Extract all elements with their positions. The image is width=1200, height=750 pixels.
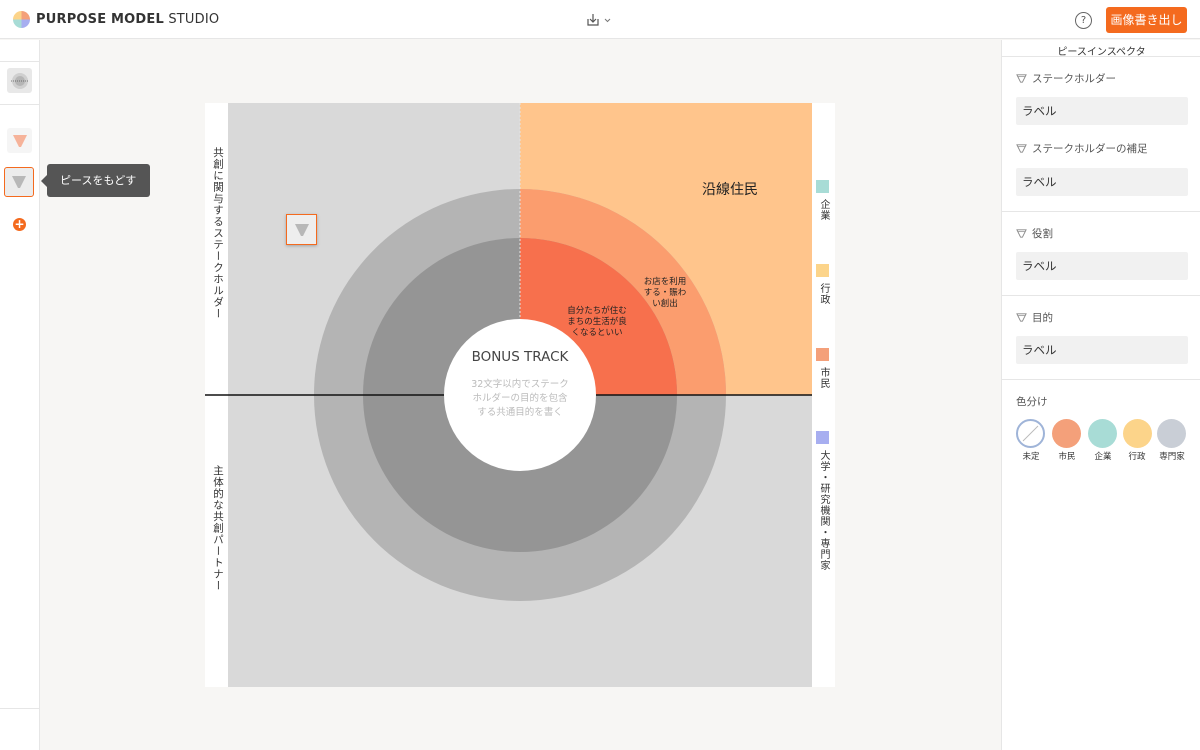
piece-funnel-colored-icon (12, 134, 27, 147)
field-label-stakeholder-note: ステークホルダーの補足 (1016, 141, 1148, 156)
center-placeholder: 32文字以内でステーク ホルダーの目的を包含 する共通目的を書く (444, 378, 596, 420)
piece-text-line: する・賑わ (643, 288, 687, 298)
legend-swatch (816, 348, 829, 361)
stakeholder-piece[interactable] (286, 214, 317, 245)
funnel-icon (1016, 229, 1027, 238)
add-piece-button[interactable]: + (13, 218, 26, 231)
download-menu-button[interactable] (586, 12, 612, 31)
funnel-icon (1016, 74, 1027, 83)
legend-item-government: 行政 (816, 264, 830, 305)
inspector-divider (1002, 295, 1200, 296)
legend-swatch (816, 264, 829, 277)
piece-text-line: 自分たちが住む (567, 306, 627, 316)
left-toolbar: + (0, 40, 40, 750)
swatch-expert[interactable] (1157, 419, 1186, 448)
legend-item-company: 企業 (816, 180, 830, 221)
color-section-label: 色分け (1016, 396, 1048, 408)
field-label-purpose: 目的 (1016, 310, 1053, 325)
legend-label: 企業 (818, 199, 829, 221)
piece-funnel-gray-icon (12, 176, 26, 188)
model-canvas[interactable]: 共創に関与するステークホルダー 主体的な共創パートナー BONUS TRACK … (205, 103, 835, 687)
swatch-company[interactable] (1088, 419, 1117, 448)
purpose-input[interactable]: ラベル (1016, 336, 1188, 364)
inspector-divider (1002, 379, 1200, 380)
legend-label: 市民 (818, 367, 829, 389)
swatch-label: 市民 (1058, 452, 1076, 462)
model-thumbnail-icon (10, 72, 29, 89)
center-title[interactable]: BONUS TRACK (444, 349, 596, 365)
field-label-text: ステークホルダー (1032, 73, 1116, 85)
legend-label: 行政 (818, 283, 829, 305)
help-button[interactable]: ? (1075, 12, 1092, 29)
field-label-text: ステークホルダーの補足 (1032, 143, 1148, 155)
piece-text-outer[interactable]: お店を利用 する・賑わ い創出 (635, 277, 695, 310)
funnel-icon (1016, 144, 1027, 153)
app-header: PURPOSE MODEL STUDIO ? 画像書き出し (0, 0, 1200, 39)
piece-text-line: お店を利用 (643, 277, 687, 287)
swatch-label: 行政 (1128, 452, 1146, 462)
stakeholder-input[interactable]: ラベル (1016, 97, 1188, 125)
field-label-role: 役割 (1016, 226, 1053, 241)
app-title-light: STUDIO (168, 12, 220, 27)
swatch-citizen[interactable] (1052, 419, 1081, 448)
return-piece-tooltip: ピースをもどす (41, 164, 150, 197)
toolbar-piece-colored[interactable] (7, 128, 32, 153)
swatch-government[interactable] (1123, 419, 1152, 448)
role-input[interactable]: ラベル (1016, 252, 1188, 280)
piece-text-line: い創出 (652, 299, 678, 309)
toolbar-divider (0, 104, 39, 105)
axis-label-partners: 主体的な共創パートナー (212, 465, 224, 592)
stakeholder-note-input[interactable]: ラベル (1016, 168, 1188, 196)
field-label-stakeholder: ステークホルダー (1016, 71, 1116, 86)
funnel-icon (1016, 313, 1027, 322)
toolbar-divider (0, 708, 39, 709)
placeholder-line: 32文字以内でステーク (471, 379, 569, 390)
placeholder-line: する共通目的を書く (477, 407, 563, 418)
piece-funnel-icon (294, 223, 309, 236)
app-title: PURPOSE MODEL STUDIO (36, 12, 219, 27)
legend-swatch (816, 180, 829, 193)
piece-text-line: まちの生活が良 (567, 317, 627, 327)
field-label-text: 目的 (1032, 312, 1053, 324)
inspector-divider (1002, 211, 1200, 212)
download-icon (587, 14, 611, 26)
piece-inspector-panel: ピースインスペクタ ステークホルダー ラベル ステークホルダーの補足 ラベル 役… (1001, 40, 1200, 750)
inspector-divider (1002, 56, 1200, 57)
app-title-bold: PURPOSE MODEL (36, 12, 164, 27)
quadrant-label[interactable]: 沿線住民 (702, 179, 758, 199)
toolbar-divider (0, 61, 39, 62)
placeholder-line: ホルダーの目的を包含 (472, 393, 568, 404)
legend-item-university: 大学・研究機関・専門家 (816, 431, 830, 571)
legend-label: 大学・研究機関・専門家 (818, 450, 829, 571)
toolbar-model-button[interactable] (7, 68, 32, 93)
legend-item-citizen: 市民 (816, 348, 830, 389)
swatch-label: 未定 (1022, 452, 1040, 462)
piece-text-line: くなるといい (571, 328, 623, 338)
app-logo-icon (13, 11, 30, 28)
field-label-text: 役割 (1032, 228, 1053, 240)
legend-swatch (816, 431, 829, 444)
axis-label-stakeholders: 共創に関与するステークホルダー (212, 147, 224, 320)
no-color-icon (1022, 425, 1039, 442)
swatch-label: 専門家 (1159, 452, 1185, 462)
toolbar-piece-gray[interactable] (4, 167, 34, 197)
export-image-button[interactable]: 画像書き出し (1106, 7, 1187, 33)
swatch-undecided[interactable] (1016, 419, 1045, 448)
piece-text-inner[interactable]: 自分たちが住む まちの生活が良 くなるといい (562, 306, 632, 339)
